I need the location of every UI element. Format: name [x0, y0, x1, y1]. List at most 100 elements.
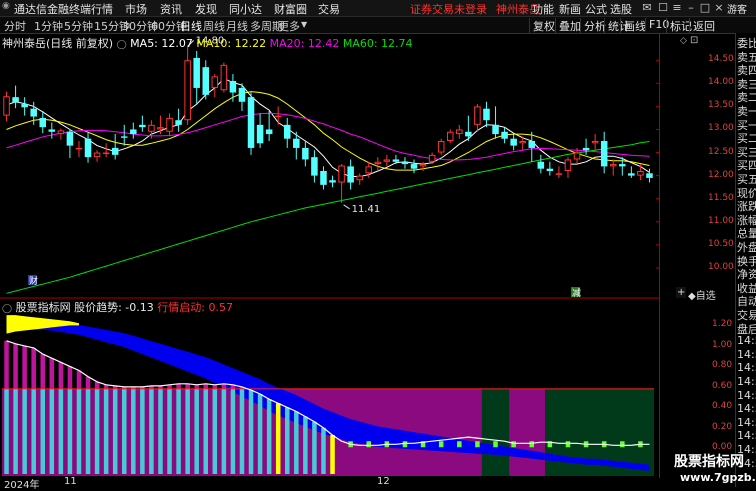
quote-row-label[interactable]: 14:5	[737, 416, 756, 429]
candle-body-down	[483, 108, 490, 121]
menu-bar: ◉ 通达信金融终端 行情 市场 资讯 发现 同小达 财富圈 交易 证券交易未登录…	[0, 0, 756, 17]
candle-body-up	[573, 152, 581, 160]
menu-item-xinhua[interactable]: 新画	[559, 1, 581, 17]
candle-body-up	[374, 161, 382, 165]
price-tick-label: 12.00	[708, 169, 734, 180]
diejia-button[interactable]: 叠加	[555, 18, 581, 34]
indicator-bar-lime	[475, 441, 480, 448]
indicator-bar-magenta	[76, 370, 82, 389]
indicator-bar	[330, 435, 335, 474]
more-chevron-icon[interactable]: ▼	[301, 20, 307, 29]
zoom-box-icon[interactable]: ⊡	[690, 35, 698, 46]
menu-item-shichang[interactable]: 市场	[125, 1, 147, 17]
indicator-tick-label: 0.80	[712, 360, 733, 371]
indicator-bar-magenta	[67, 366, 73, 389]
quote-row-label[interactable]: 14:5	[737, 389, 756, 402]
add-indicator-button[interactable]: +	[676, 287, 687, 298]
skin-icon[interactable]: ☐	[656, 0, 670, 15]
candle-body-up	[437, 141, 445, 153]
candle-body-down	[501, 131, 508, 139]
indicator-bar	[149, 388, 154, 474]
indicator-bar-magenta	[4, 340, 9, 389]
candle-body-down	[193, 57, 200, 88]
indicator-zone	[481, 388, 510, 476]
settings-circle-icon[interactable]: ◯	[117, 40, 127, 50]
indicator-bar	[230, 388, 236, 474]
price-tick-label: 10.50	[708, 238, 734, 249]
guest-label[interactable]: 游客	[727, 1, 747, 16]
quote-row-label[interactable]: 14:5	[737, 361, 756, 374]
candle-body-down	[582, 147, 590, 151]
quote-row-label[interactable]: 14:5	[737, 429, 756, 442]
fenxi-button[interactable]: 分析	[580, 18, 606, 34]
indicator-bar	[4, 388, 9, 474]
indicator-bar	[49, 388, 55, 474]
tab-daily[interactable]: 日线	[180, 18, 202, 34]
candle-body-up	[456, 129, 463, 135]
indicator-bar	[176, 388, 181, 474]
indicator-bar	[140, 388, 145, 474]
tab-fenshi[interactable]: 分时	[4, 18, 26, 34]
indicator-name-label: 股票指标网	[15, 301, 71, 314]
fuquan-button[interactable]: 复权	[529, 18, 555, 34]
ma5-label: MA5: 12.07	[130, 37, 193, 50]
tab-more[interactable]: 更多	[278, 18, 300, 34]
menu-item-tongxiaoda[interactable]: 同小达	[229, 1, 262, 17]
minimize-icon[interactable]: –	[684, 0, 698, 15]
tab-monthly[interactable]: 月线	[226, 18, 248, 34]
quote-row-label[interactable]: 14:5	[737, 402, 756, 415]
menu-item-zixun[interactable]: 资讯	[160, 1, 182, 17]
indicator-bar-magenta	[85, 376, 91, 389]
menu-item-caifuquan[interactable]: 财富圈	[274, 1, 307, 17]
candle-body-down	[628, 173, 635, 176]
candlestick-chart[interactable]: 14.8011.41财减	[0, 33, 660, 299]
candle-body-down	[120, 136, 128, 138]
menu-item-gongneng[interactable]: 功能	[532, 1, 554, 17]
quote-row-label[interactable]: 14:5	[737, 334, 756, 347]
candle-body-down	[320, 171, 327, 185]
candle-body-down	[30, 108, 37, 117]
candle-body-up	[3, 96, 10, 116]
back-button[interactable]: 返回	[689, 18, 715, 34]
tab-weekly[interactable]: 周线	[203, 18, 225, 34]
candle-body-down	[510, 138, 517, 146]
candle-body-down	[492, 124, 499, 135]
indicator-bar	[131, 388, 136, 474]
date-label-nov: 11	[64, 476, 77, 487]
tab-1min[interactable]: 1分钟	[34, 18, 63, 34]
menu-item-jiaoyi[interactable]: 交易	[318, 1, 340, 17]
indicator-chart[interactable]	[0, 296, 660, 478]
indicator-bar-lime	[620, 441, 625, 448]
menu-icon[interactable]: ≡	[670, 0, 684, 15]
indicator-zone	[509, 388, 546, 476]
ma10-label: MA10: 12.22	[196, 37, 267, 50]
indicator-bar-magenta	[13, 343, 18, 389]
indicator-bar-lime	[511, 441, 516, 448]
close-icon[interactable]: ×	[712, 0, 726, 15]
tab-5min[interactable]: 5分钟	[64, 18, 93, 34]
candle-body-down	[392, 159, 400, 162]
candle-body-up	[474, 106, 481, 125]
maximize-icon[interactable]: □	[698, 0, 712, 15]
indicator-bar-lime	[493, 441, 498, 448]
mail-icon[interactable]: ✉	[640, 0, 654, 15]
indicator-settings-icon[interactable]: ◯	[2, 304, 12, 314]
indicator-bar	[167, 388, 172, 474]
menu-item-gongshi[interactable]: 公式	[585, 1, 607, 17]
login-notice[interactable]: 证券交易未登录	[410, 1, 487, 17]
candle-body-up	[220, 64, 228, 91]
price-tick-label: 11.00	[708, 215, 734, 226]
quote-row-label[interactable]: 14:5	[737, 375, 756, 388]
collapse-icon[interactable]: ◇	[680, 36, 687, 46]
candle-body-up	[184, 60, 191, 121]
indicator-bar-magenta	[31, 347, 36, 389]
menu-item-hangqing[interactable]: 行情	[91, 1, 113, 17]
huaxian-button[interactable]: 画线	[620, 18, 646, 34]
stock-name-label: 神州泰岳(日线 前复权)	[2, 37, 114, 50]
menu-item-faxian[interactable]: 发现	[195, 1, 217, 17]
quote-row-label[interactable]: 14:5	[737, 348, 756, 361]
menu-item-xuangu[interactable]: 选股	[610, 1, 632, 17]
candle-body-up	[75, 147, 83, 150]
indicator-bar	[321, 427, 326, 474]
candle-body-up	[102, 152, 110, 155]
